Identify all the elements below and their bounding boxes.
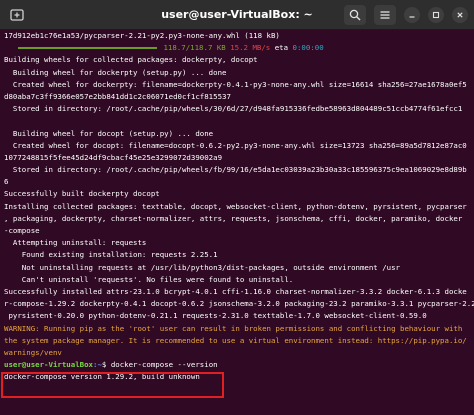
terminal-line: Can't uninstall 'requests'. No files wer… (4, 274, 294, 284)
terminal-line: Not uninstalling requests at /usr/lib/py… (4, 262, 401, 272)
terminal-line: Attempting uninstall: requests (4, 238, 147, 248)
terminal-line: Created wheel for docopt: filename=docop… (4, 140, 467, 150)
terminal-line: r-compose-1.29.2 dockerpty-0.4.1 docopt-… (4, 299, 474, 309)
terminal-line: Building wheel for dockerpty (setup.py) … (4, 67, 227, 77)
terminal-output[interactable]: 17d912eb1c76e1a53/pycparser-2.21-py2.py3… (0, 30, 474, 415)
progress-eta-label: eta (274, 43, 289, 53)
terminal-line: Found existing installation: requests 2.… (4, 250, 218, 260)
terminal-line: d80aba7c3ff9366e057e2bb841dd1c2c06071ed0… (4, 91, 231, 101)
terminal-line: Successfully built dockerpty docopt (4, 189, 160, 199)
terminal-line: Building wheels for collected packages: … (4, 55, 258, 65)
terminal-window: user@user-VirtualBox: ~ 17d912eb1c76e1a5… (0, 0, 474, 415)
minimize-icon (409, 16, 415, 18)
close-icon (457, 12, 463, 18)
terminal-line: , packaging, dockerpty, charset-normaliz… (4, 213, 463, 223)
terminal-line: 6 (4, 177, 9, 187)
progress-done: 118.7/118.7 KB (163, 43, 226, 53)
terminal-line: Stored in directory: /root/.cache/pip/wh… (4, 104, 463, 114)
progress-rate: 15.2 MB/s (230, 43, 271, 53)
terminal-line: Successfully installed attrs-23.1.0 bcry… (4, 286, 467, 296)
search-button[interactable] (344, 5, 366, 25)
warning-line: warnings/venv (4, 347, 62, 357)
close-button[interactable] (452, 7, 468, 23)
warning-line: WARNING: Running pip as the 'root' user … (4, 323, 463, 333)
terminal-line: pyrsistent-0.20.0 python-dotenv-0.21.1 r… (4, 311, 427, 321)
command-output: docker-compose version 1.29.2, build unk… (4, 372, 200, 382)
terminal-line: -compose (4, 226, 40, 235)
search-icon (349, 9, 361, 21)
prompt-user: user@user-VirtualBox (4, 360, 93, 370)
maximize-button[interactable] (428, 7, 444, 23)
progress-line: 118.7/118.7 KB 15.2 MB/s eta 0:00:00 (4, 42, 474, 54)
prompt-path: :~ (93, 360, 102, 370)
command-text: docker-compose --version (110, 360, 218, 370)
title-bar[interactable]: user@user-VirtualBox: ~ (0, 0, 474, 30)
command-line: user@user-VirtualBox:~$ docker-compose -… (4, 359, 474, 371)
minimize-button[interactable] (404, 7, 420, 23)
progress-eta: 0:00:00 (292, 43, 324, 53)
terminal-line: Installing collected packages: texttable… (4, 201, 467, 211)
warning-line: the system package manager. It is recomm… (4, 335, 467, 345)
progress-bar (18, 47, 157, 50)
terminal-line: 17d912eb1c76e1a53/pycparser-2.21-py2.py3… (4, 31, 280, 40)
terminal-line: Building wheel for docopt (setup.py) ...… (4, 128, 214, 138)
maximize-icon (432, 11, 440, 19)
terminal-line: 1077248815f5fee45d24df9cbacf45e25e329907… (4, 152, 223, 162)
prompt-symbol: $ (101, 360, 111, 370)
menu-button[interactable] (374, 5, 396, 25)
hamburger-menu-icon (380, 11, 390, 19)
terminal-line: Stored in directory: /root/.cache/pip/wh… (4, 165, 467, 175)
terminal-line: Created wheel for dockerpty: filename=do… (4, 79, 467, 89)
